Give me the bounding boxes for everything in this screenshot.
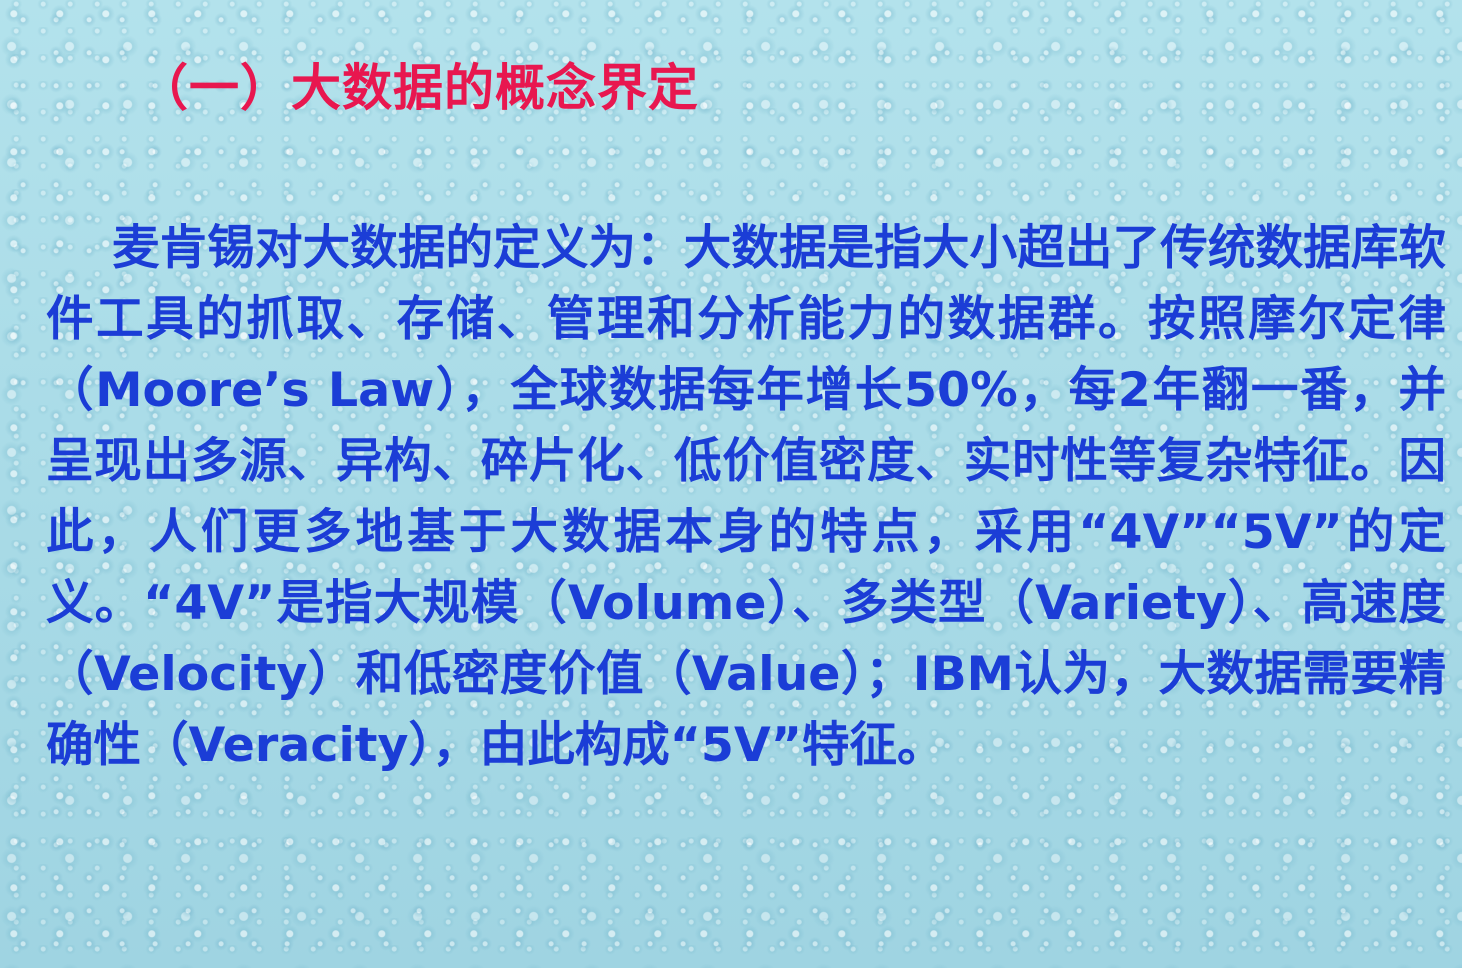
slide-title: （一）大数据的概念界定 <box>138 59 699 117</box>
slide: （一）大数据的概念界定 麦肯锡对大数据的定义为：大数据是指大小超出了传统数据库软… <box>0 0 1462 968</box>
body-paragraph: 麦肯锡对大数据的定义为：大数据是指大小超出了传统数据库软件工具的抓取、存储、管理… <box>46 221 1446 773</box>
